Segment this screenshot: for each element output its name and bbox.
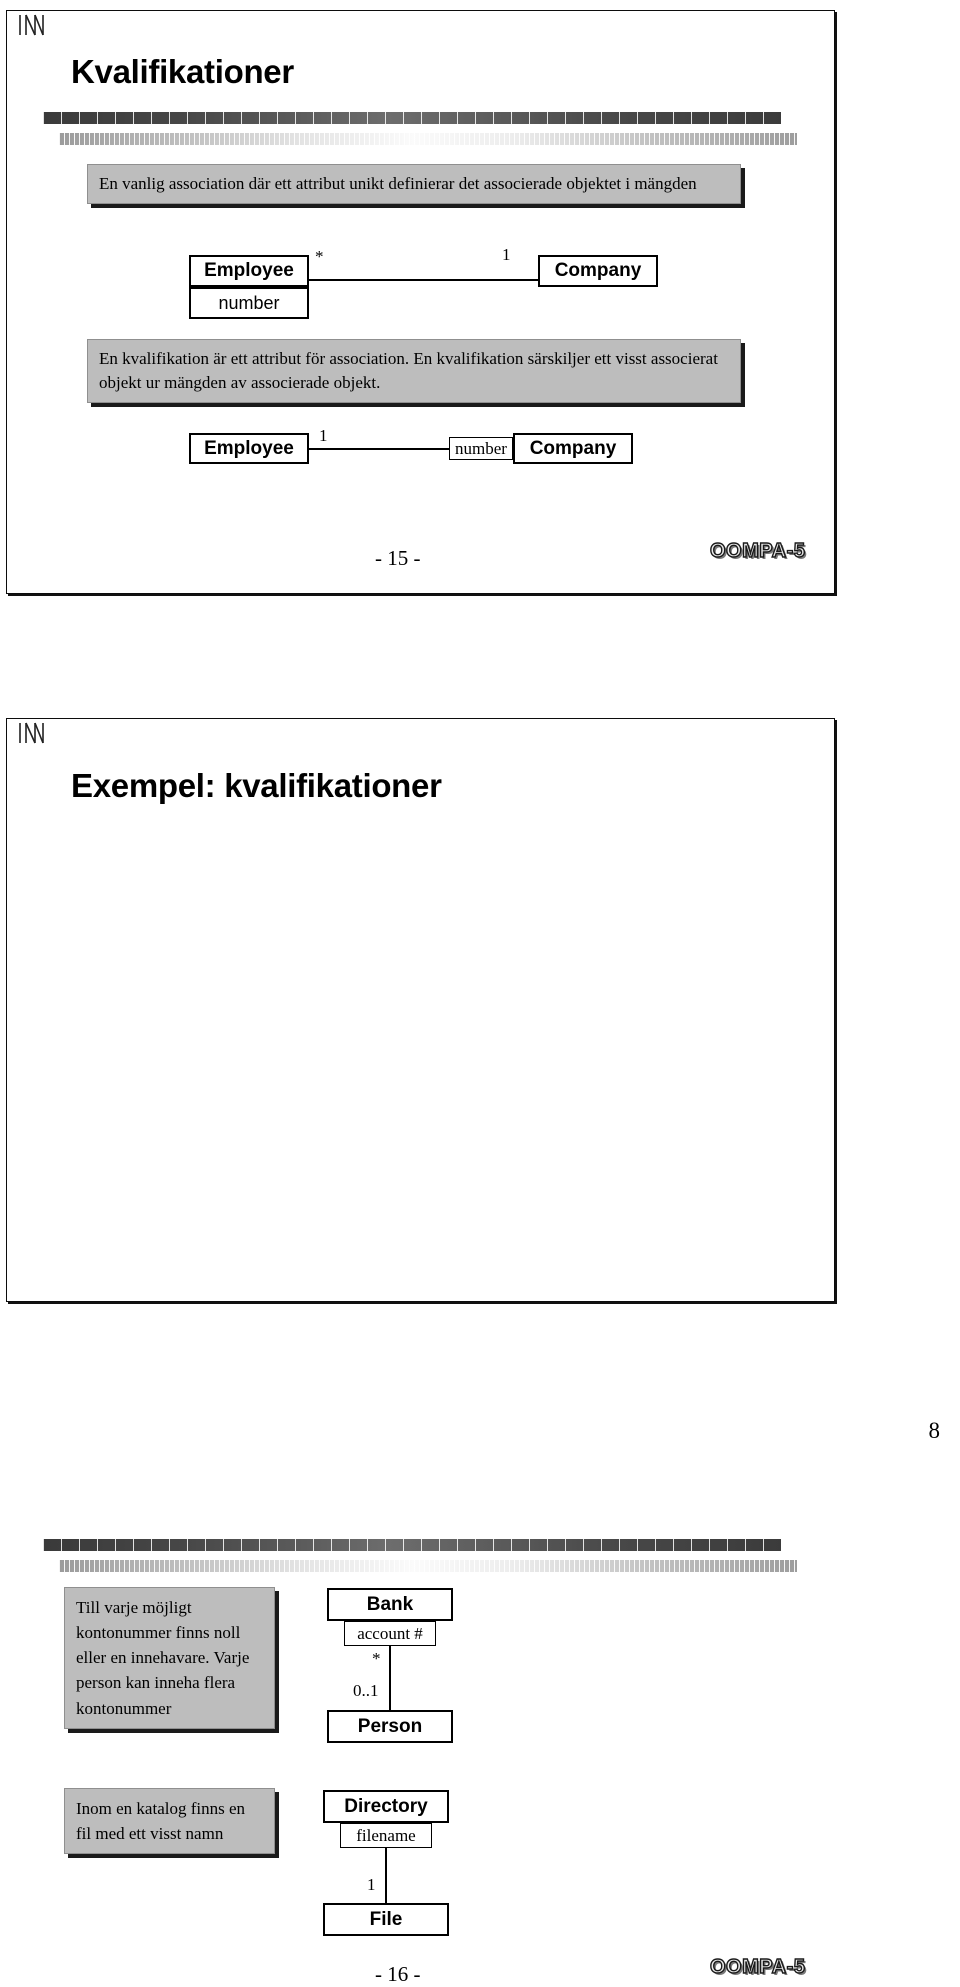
oompa-logo: OOMPA-5 (709, 1955, 806, 1978)
uml-class-bank: Bank (327, 1588, 453, 1621)
uml-attribute-name: number (218, 292, 280, 313)
callout-text-box: Till varje möjligt kontonummer finns nol… (64, 1587, 275, 1729)
title-divider-light-bar (59, 1560, 797, 1572)
uml-class-person: Person (327, 1710, 453, 1743)
uml-class-company: Company (513, 433, 633, 464)
oompa-logo: OOMPA-5 (709, 539, 806, 562)
uml-qualifier-account-number: account # (344, 1621, 436, 1646)
slide-page-label: - 16 - (375, 1962, 421, 1986)
uml-qualifier-label: filename (356, 1825, 416, 1845)
slide-title: Kvalifikationer (71, 53, 294, 90)
uml-class-name: File (369, 1908, 403, 1930)
uml-qualifier-filename: filename (340, 1823, 432, 1848)
inn-logo-mark-icon (16, 721, 50, 747)
multiplicity-bottom: 0..1 (353, 1681, 379, 1700)
slide-exempel-kvalifikationer: Exempel: kvalifikationer Till varje möjl… (6, 718, 835, 1986)
uml-class-name: Employee (204, 260, 294, 281)
uml-class-name: Employee (204, 437, 294, 459)
inn-logo-mark-icon (16, 13, 50, 39)
uml-class-file: File (323, 1903, 449, 1936)
title-divider-light-bar (59, 133, 797, 145)
slide-kvalifikationer: Kvalifikationer En vanlig association dä… (6, 10, 835, 594)
multiplicity-left: * (315, 247, 324, 266)
uml-attribute-number: number (189, 287, 309, 319)
association-line (309, 448, 449, 450)
document-page: Kvalifikationer En vanlig association dä… (0, 0, 960, 1986)
callout-text-box: Inom en katalog finns en fil med ett vis… (64, 1788, 275, 1855)
title-divider-dark-bar (43, 1539, 781, 1551)
uml-class-name: Person (357, 1715, 423, 1737)
multiplicity-right: 1 (502, 245, 511, 264)
uml-class-employee: Employee (189, 255, 309, 287)
uml-class-company: Company (538, 255, 658, 287)
uml-class-name: Company (554, 260, 642, 281)
multiplicity-left: 1 (319, 426, 328, 445)
document-page-number: 8 (928, 1418, 941, 1443)
association-line (309, 279, 539, 281)
uml-qualifier-label: number (455, 438, 507, 458)
multiplicity-bottom: 1 (367, 1875, 376, 1894)
uml-class-name: Directory (344, 1795, 428, 1817)
slide-page-label: - 15 - (375, 546, 421, 570)
uml-class-employee: Employee (189, 433, 309, 464)
title-divider-dark-bar (43, 112, 781, 124)
callout-text-box: En kvalifikation är ett attribut för ass… (87, 339, 741, 404)
uml-qualifier-number: number (449, 437, 513, 460)
slide-title: Exempel: kvalifikationer (71, 767, 442, 804)
callout-text-box: En vanlig association där ett attribut u… (87, 164, 741, 205)
uml-qualifier-label: account # (357, 1623, 423, 1643)
multiplicity-top: * (372, 1649, 381, 1668)
uml-class-name: Company (529, 437, 617, 459)
uml-class-directory: Directory (323, 1790, 449, 1823)
uml-class-name: Bank (366, 1593, 414, 1615)
